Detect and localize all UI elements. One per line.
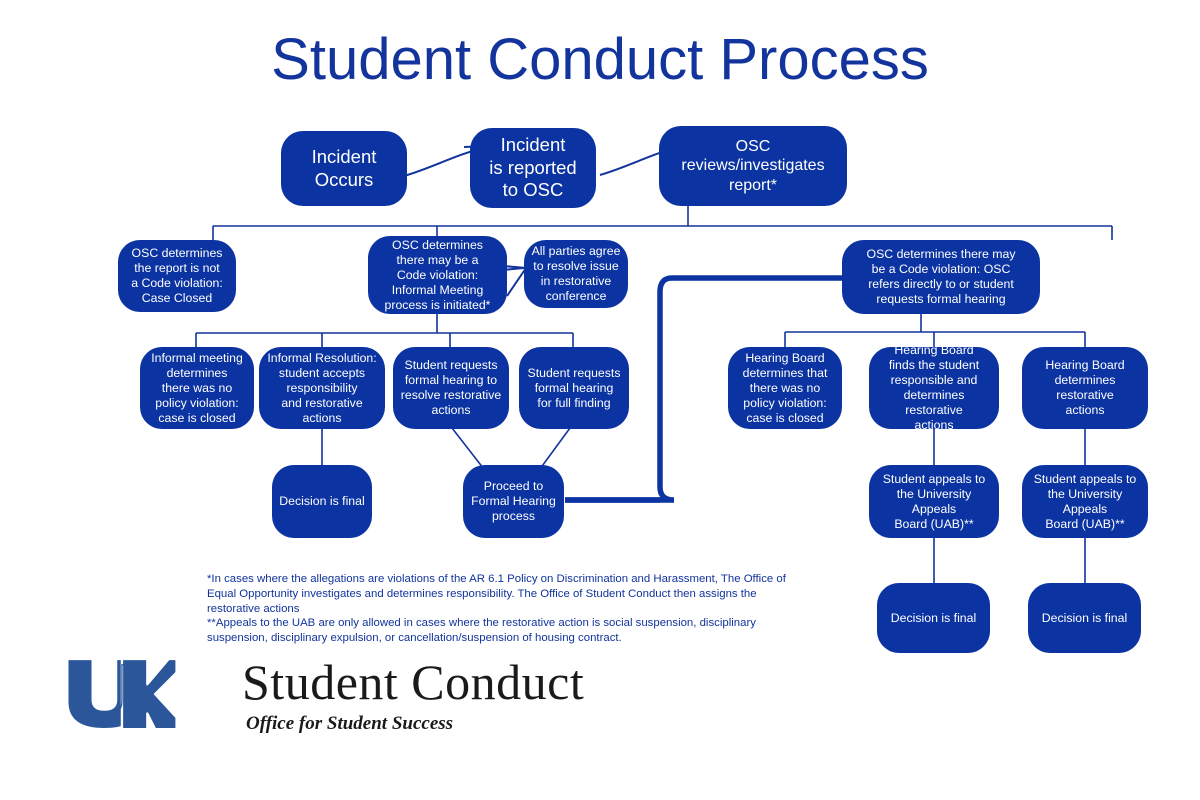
node-osc-reviews-label: OSC reviews/investigates report* [681,137,825,194]
node-appeals-uab-1[interactable]: Student appeals to the University Appeals… [869,465,999,538]
node-informal-resolution-label: Informal Resolution: student accepts respo… [267,350,377,425]
node-informal-no-violation[interactable]: Informal meeting determines there was no po… [140,347,254,429]
node-informal-no-violation-label: Informal meeting determines there was no po… [151,350,243,425]
node-formal-hearing-referral-label: OSC determines there may be a Code violat… [866,247,1016,306]
node-no-violation-case-closed[interactable]: OSC determines the report is not a Code vi… [118,240,236,312]
page-title: Student Conduct Process [271,27,929,92]
node-incident-occurs[interactable]: Incident Occurs [281,131,407,206]
node-osc-reviews[interactable]: OSC reviews/investigates report* [659,126,847,206]
node-informal-resolution[interactable]: Informal Resolution: student accepts respo… [259,347,385,429]
footnotes: *In cases where the allegations are viol… [207,572,797,646]
flowchart-canvas: Student Conduct Process Incident Occurs … [0,0,1200,800]
node-proceed-formal-hearing-label: Proceed to Formal Hearing process [471,479,556,523]
node-decision-final-left[interactable]: Decision is final [272,465,372,538]
node-restorative-conference[interactable]: All parties agree to resolve issue in rest… [524,240,628,308]
node-board-responsible[interactable]: Hearing Board finds the student responsibl… [869,343,999,432]
node-incident-reported-label: Incident is reported to OSC [489,134,577,201]
node-incident-reported[interactable]: Incident is reported to OSC [470,128,596,208]
uk-logo-icon [66,657,178,731]
node-informal-meeting-initiated-label: OSC determines there may be a Code violati… [384,237,491,312]
node-board-no-violation[interactable]: Hearing Board determines that there was no… [728,347,842,429]
node-board-no-violation-label: Hearing Board determines that there was no… [742,350,828,425]
node-restorative-conference-label: All parties agree to resolve issue in rest… [531,244,621,303]
node-requests-hearing-full-label: Student requests formal hearing for full f… [527,365,621,410]
node-board-restorative-label: Hearing Board determines restorative actio… [1045,358,1125,417]
brand-name: Student Conduct [242,654,585,710]
node-appeals-uab-2[interactable]: Student appeals to the University Appeals… [1022,465,1148,538]
node-appeals-uab-1-label: Student appeals to the University Appeals… [882,471,986,531]
footnote-single-star: *In cases where the allegations are viol… [207,573,786,615]
node-proceed-formal-hearing[interactable]: Proceed to Formal Hearing process [463,465,564,538]
node-informal-meeting-initiated[interactable]: OSC determines there may be a Code violati… [368,236,507,314]
node-decision-final-mid-label: Decision is final [890,610,977,625]
node-formal-hearing-referral[interactable]: OSC determines there may be a Code violat… [842,240,1040,314]
node-appeals-uab-2-label: Student appeals to the University Appeals… [1033,471,1137,531]
node-decision-final-right[interactable]: Decision is final [1028,583,1141,653]
node-requests-hearing-restorative[interactable]: Student requests formal hearing to resolve… [393,347,509,429]
brand-tagline: Office for Student Success [246,713,454,734]
footnote-double-star: **Appeals to the UAB are only allowed in… [207,617,756,645]
node-decision-final-left-label: Decision is final [279,494,365,508]
node-incident-occurs-label: Incident Occurs [311,145,377,190]
node-board-restorative[interactable]: Hearing Board determines restorative actio… [1022,347,1148,429]
node-requests-hearing-restorative-label: Student requests formal hearing to resolve… [400,358,502,417]
brand-block: Student Conduct Office for Student Succe… [60,654,620,750]
node-board-responsible-label: Hearing Board finds the student responsibl… [888,343,980,432]
node-decision-final-mid[interactable]: Decision is final [877,583,990,653]
node-decision-final-right-label: Decision is final [1041,610,1128,625]
node-requests-hearing-full[interactable]: Student requests formal hearing for full f… [519,347,629,429]
node-no-violation-case-closed-label: OSC determines the report is not a Code vi… [131,246,223,305]
